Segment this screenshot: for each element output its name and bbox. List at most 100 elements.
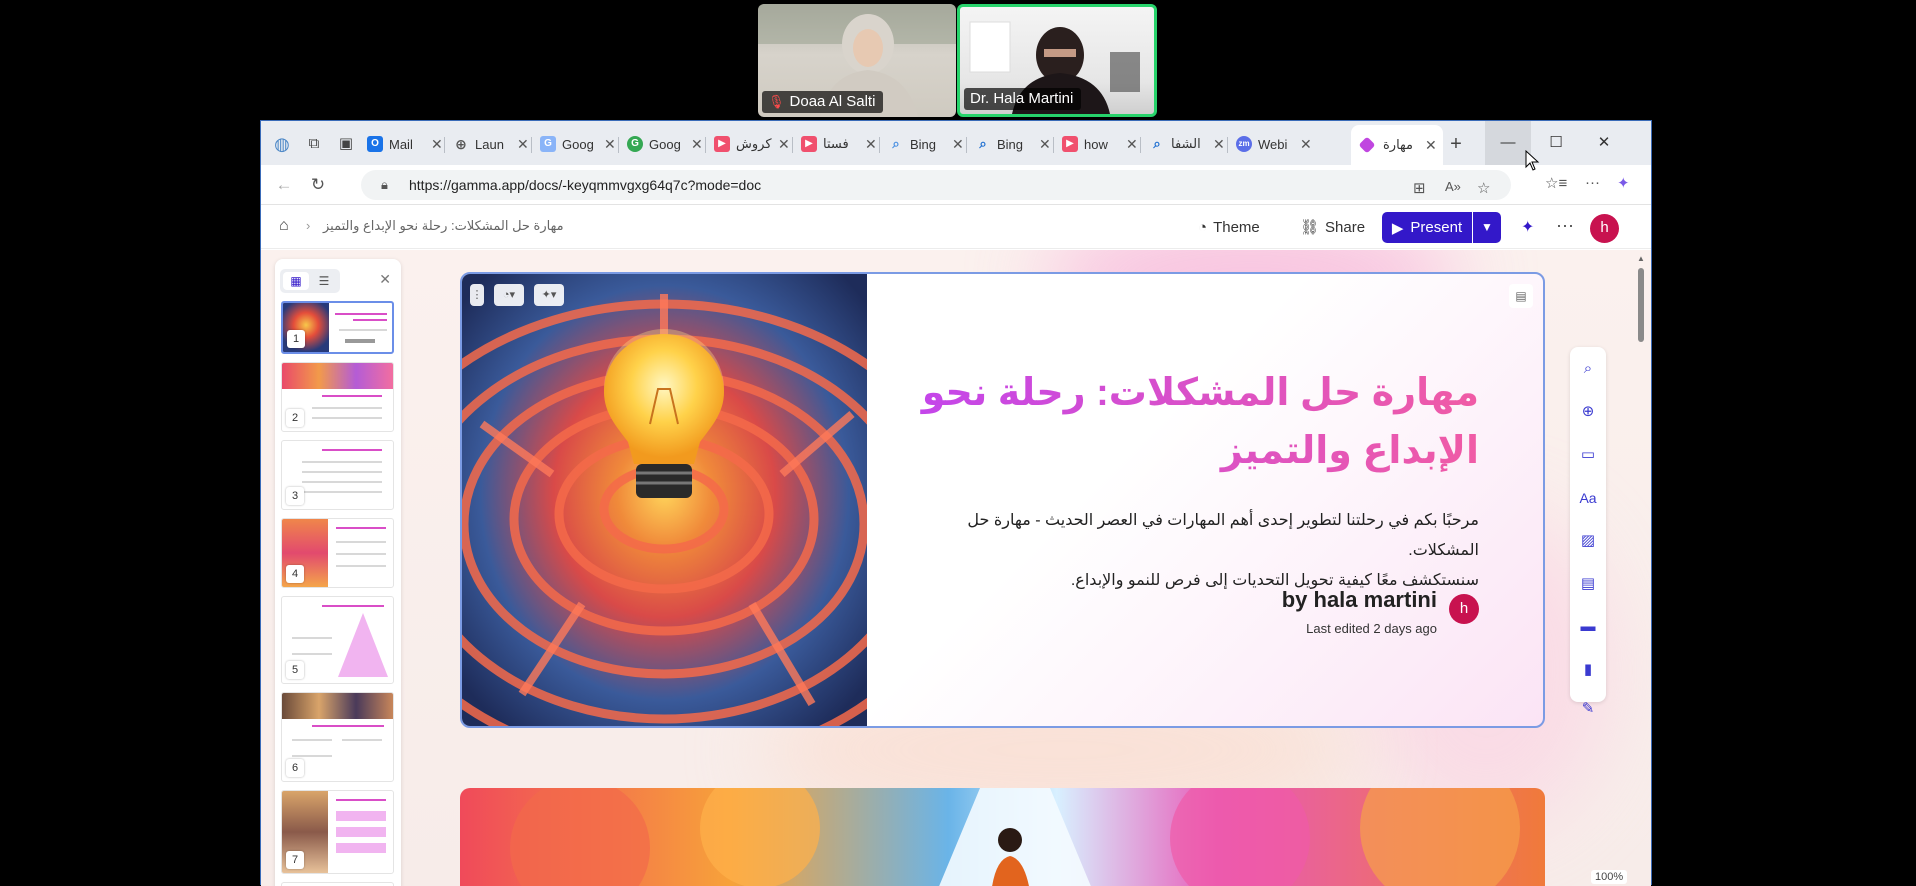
scrollbar[interactable]: ▲ [1636, 254, 1646, 886]
close-icon[interactable]: ✕ [1425, 137, 1437, 154]
breadcrumb[interactable]: مهارة حل المشكلات: رحلة نحو الإبداع والت… [323, 218, 564, 234]
more-icon[interactable]: ··· [1585, 174, 1600, 191]
tab-video-2[interactable]: ▶ فستا ✕ [795, 129, 883, 159]
embed-icon[interactable]: ▬ [1576, 615, 1600, 639]
tab-how[interactable]: ▶ how ✕ [1056, 129, 1144, 159]
close-icon[interactable]: ✕ [379, 271, 391, 288]
present-dropdown-button[interactable]: ▼ [1473, 212, 1501, 243]
image-icon[interactable]: ▨ [1576, 529, 1600, 553]
card-body[interactable]: مرحبًا بكم في رحلتنا لتطوير إحدى أهم الم… [919, 506, 1479, 596]
grid-view-icon[interactable]: ▦ [283, 272, 309, 290]
participant-label: Dr. Hala Martini [964, 88, 1082, 110]
app-available-icon[interactable]: ⊞ [1413, 179, 1426, 197]
favorite-star-icon[interactable]: ☆ [1477, 179, 1490, 197]
author-avatar: h [1449, 594, 1479, 624]
author-name: by hala martini [1281, 587, 1437, 612]
card-style-icon[interactable]: ◔▾ [494, 284, 524, 306]
chevron-right-icon: › [306, 218, 311, 233]
favorites-icon[interactable]: ☆≡ [1545, 174, 1567, 192]
more-options-icon[interactable]: ··· [1556, 215, 1574, 236]
collections-icon[interactable]: ⧉ [303, 133, 325, 155]
tab-bar: ◍ ⧉ ▣ O Mail ✕ ⊕ Laun ✕ G Goog ✕ G Goog … [261, 121, 1651, 165]
tab-google-1[interactable]: G Goog ✕ [534, 129, 622, 159]
close-window-button[interactable]: ✕ [1581, 121, 1627, 165]
video-tile-hala[interactable]: Dr. Hala Martini [957, 4, 1157, 117]
tab-mail[interactable]: O Mail ✕ [361, 129, 449, 159]
tab-webinar[interactable]: zm Webi ✕ [1230, 129, 1318, 159]
ai-sparkle-icon[interactable]: ✦ [1521, 217, 1534, 237]
card-toolbar: ⋮ ◔▾ ✦▾ [470, 284, 564, 306]
edit-icon[interactable]: ✎ [1576, 697, 1600, 721]
video-tile-doaa[interactable]: 🎙︎ Doaa Al Salti [758, 4, 956, 117]
maze-lightbulb-image [462, 274, 867, 726]
tab-bing-2[interactable]: ⌕ Bing ✕ [969, 129, 1057, 159]
close-icon[interactable]: ✕ [1126, 136, 1138, 153]
scroll-thumb[interactable] [1638, 268, 1644, 342]
slide-thumbnail[interactable]: 5 [281, 596, 394, 684]
user-avatar[interactable]: h [1590, 214, 1619, 243]
search-icon: ⌕ [1153, 136, 1161, 151]
chart-icon[interactable]: ▮ [1576, 658, 1600, 682]
zoom-level[interactable]: 100% [1591, 870, 1628, 884]
slide-thumbnail[interactable]: 7 [281, 790, 394, 874]
close-icon[interactable]: ✕ [1300, 136, 1312, 153]
close-icon[interactable]: ✕ [1039, 136, 1051, 153]
insert-toolbar: ⌕ ⊕ ▭ Aa ▨ ▤ ▬ ▮ ✎ [1570, 347, 1606, 717]
share-button[interactable]: ⛓︎ Share [1300, 214, 1365, 240]
layout-icon[interactable]: ▭ [1576, 443, 1600, 467]
copilot-icon[interactable]: ✦ [1617, 174, 1630, 192]
close-icon[interactable]: ✕ [431, 136, 443, 153]
youtube-icon: ▶ [801, 136, 817, 152]
close-icon[interactable]: ✕ [604, 136, 616, 153]
slide-thumbnail[interactable]: 1 [281, 301, 394, 354]
search-icon[interactable]: ⌕ [1576, 357, 1600, 381]
close-icon[interactable]: ✕ [952, 136, 964, 153]
add-card-icon[interactable]: ⊕ [1576, 400, 1600, 424]
colorful-path-image [460, 788, 1545, 886]
tab-google-2[interactable]: G Goog ✕ [621, 129, 709, 159]
slide-thumbnail[interactable]: 2 [281, 362, 394, 432]
slide-card-title[interactable]: ⋮ ◔▾ ✦▾ ▤ مهارة حل المشكلات: رحلة نحو ال… [460, 272, 1545, 728]
slide-thumbnail[interactable]: 6 [281, 692, 394, 782]
scroll-up-icon[interactable]: ▲ [1637, 254, 1645, 263]
present-button[interactable]: ▶ Present [1382, 212, 1472, 243]
slide-thumbnail[interactable]: 4 [281, 518, 394, 588]
slide-card-2[interactable] [460, 788, 1545, 886]
link-icon: ⛓︎ [1300, 219, 1320, 236]
play-icon: ▶ [1391, 219, 1404, 237]
close-icon[interactable]: ✕ [1213, 136, 1225, 153]
close-icon[interactable]: ✕ [517, 136, 529, 153]
tab-gamma-active[interactable]: مهارة ✕ [1351, 125, 1443, 165]
home-icon[interactable]: ⌂ [279, 217, 289, 235]
notes-icon[interactable]: ▤ [1509, 284, 1533, 308]
drag-handle-icon[interactable]: ⋮ [470, 284, 484, 306]
participant-name: Doaa Al Salti [789, 93, 876, 110]
browser-window: ◍ ⧉ ▣ O Mail ✕ ⊕ Laun ✕ G Goog ✕ G Goog … [260, 120, 1652, 886]
card-ai-icon[interactable]: ✦▾ [534, 284, 564, 306]
palette-icon: ◔ [1198, 218, 1208, 236]
text-style-icon[interactable]: Aa [1576, 486, 1600, 510]
tab-launch[interactable]: ⊕ Laun ✕ [447, 129, 535, 159]
close-icon[interactable]: ✕ [865, 136, 877, 153]
slide-thumbnail[interactable] [281, 882, 394, 886]
slide-thumbnail[interactable]: 3 [281, 440, 394, 510]
tab-shifa[interactable]: ⌕ الشفا ✕ [1143, 129, 1231, 159]
refresh-icon[interactable]: ↻ [307, 174, 329, 196]
vertical-tabs-icon[interactable]: ▣ [335, 133, 357, 155]
close-icon[interactable]: ✕ [778, 136, 790, 153]
tab-bing-1[interactable]: ⌕ Bing ✕ [882, 129, 970, 159]
new-tab-icon[interactable]: + [1445, 133, 1467, 155]
google-icon: G [627, 136, 643, 152]
url-field[interactable]: 🔒︎ https://gamma.app/docs/-keyqmmvgxg64q… [361, 170, 1511, 200]
read-aloud-icon[interactable]: A» [1445, 179, 1461, 194]
tab-video-1[interactable]: ▶ كروش ✕ [708, 129, 796, 159]
video-icon[interactable]: ▤ [1576, 572, 1600, 596]
card-title[interactable]: مهارة حل المشكلات: رحلة نحو الإبداع والت… [919, 364, 1479, 480]
theme-button[interactable]: ◔ Theme [1198, 214, 1260, 240]
mic-muted-icon: 🎙︎ [768, 94, 785, 109]
profile-icon[interactable]: ◍ [271, 133, 293, 155]
app-header: ⌂ › مهارة حل المشكلات: رحلة نحو الإبداع … [261, 205, 1651, 249]
back-icon[interactable]: ← [273, 174, 295, 196]
close-icon[interactable]: ✕ [691, 136, 703, 153]
list-view-icon[interactable]: ☰ [311, 272, 337, 290]
